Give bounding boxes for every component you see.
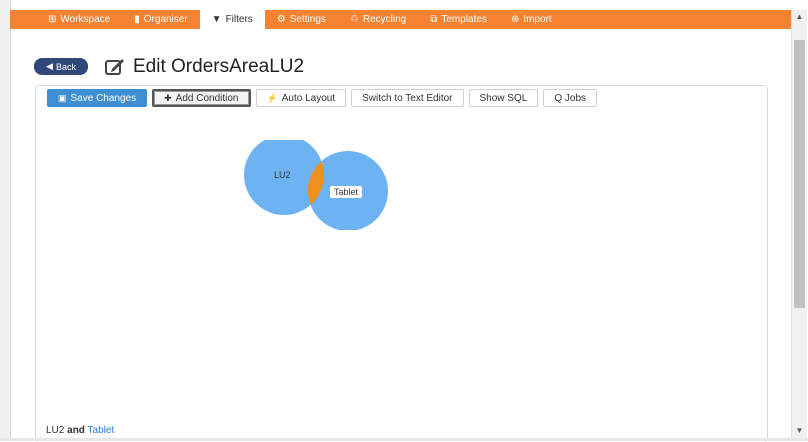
back-button[interactable]: ◀ Back [34,58,88,75]
save-changes-label: Save Changes [70,92,137,104]
venn-label-lu2: LU2 [274,170,291,180]
expression-left: LU2 [46,425,65,436]
nav-recycling-label: Recycling [362,14,407,25]
scroll-up-arrow-icon[interactable]: ▲ [792,10,807,24]
page-title: Edit OrdersAreaLU2 [133,56,305,77]
venn-diagram[interactable] [240,140,400,230]
switch-to-text-editor-button[interactable]: Switch to Text Editor [351,89,464,107]
nav-settings[interactable]: ⚙ Settings [265,10,338,29]
q-jobs-label: Q Jobs [554,92,587,104]
show-sql-label: Show SQL [479,92,528,104]
add-condition-label: Add Condition [175,92,239,104]
settings-icon: ⚙ [276,14,286,25]
save-icon: ▣ [58,92,67,103]
edit-icon [105,59,124,75]
nav-settings-label: Settings [289,14,326,25]
templates-icon: ⧉ [430,14,438,25]
nav-workspace-label: Workspace [60,14,111,25]
scrollbar-thumb[interactable] [794,40,805,308]
filter-editor-panel: ▣ Save Changes ✚ Add Condition ⚡ Auto La… [35,85,768,442]
expression-right-link[interactable]: Tablet [88,425,115,436]
organiser-icon: ▮ [134,14,140,25]
switch-to-text-editor-label: Switch to Text Editor [362,92,453,104]
top-nav: ⊞ Workspace ▮ Organiser ▼ Filters ⚙ Sett… [10,10,791,29]
nav-import-label: Import [523,14,552,25]
window-frame-left [0,0,11,441]
nav-filters-label: Filters [225,14,253,25]
show-sql-button[interactable]: Show SQL [468,89,539,107]
vertical-scrollbar[interactable]: ▲ ▼ [791,10,807,438]
back-button-label: Back [55,61,76,72]
auto-layout-label: Auto Layout [281,92,336,104]
add-condition-button[interactable]: ✚ Add Condition [152,89,251,107]
save-changes-button[interactable]: ▣ Save Changes [47,89,148,107]
arrow-left-icon: ◀ [46,61,53,71]
nav-templates[interactable]: ⧉ Templates [418,10,499,29]
expression-operator: and [67,425,85,436]
filter-icon: ▼ [211,14,222,25]
auto-layout-button[interactable]: ⚡ Auto Layout [255,89,347,107]
nav-workspace[interactable]: ⊞ Workspace [36,10,122,29]
nav-organiser-label: Organiser [143,14,188,25]
scroll-down-arrow-icon[interactable]: ▼ [792,424,807,438]
import-icon: ⊕ [510,14,520,25]
editor-toolbar: ▣ Save Changes ✚ Add Condition ⚡ Auto La… [47,89,602,107]
nav-recycling[interactable]: ♲ Recycling [338,10,418,29]
workspace-icon: ⊞ [48,14,57,25]
nav-import[interactable]: ⊕ Import [499,10,564,29]
nav-templates-label: Templates [441,14,487,25]
plus-icon: ✚ [164,92,172,103]
q-jobs-button[interactable]: Q Jobs [543,89,598,107]
nav-filters[interactable]: ▼ Filters [199,10,265,29]
lightning-icon: ⚡ [266,92,278,103]
venn-label-tablet: Tablet [330,186,363,198]
filter-expression: LU2 and Tablet [46,425,114,436]
nav-organiser[interactable]: ▮ Organiser [122,10,199,29]
recycling-icon: ♲ [349,14,359,25]
